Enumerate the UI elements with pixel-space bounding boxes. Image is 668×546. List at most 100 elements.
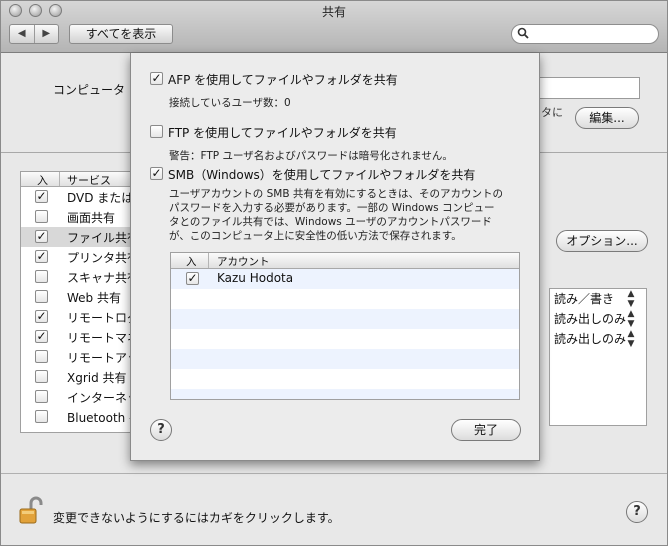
empty-row [171, 369, 519, 389]
computer-name-field[interactable] [536, 77, 640, 99]
account-enabled-checkbox[interactable]: ✓ [186, 272, 199, 285]
services-list-header: 入 サービス [21, 172, 134, 187]
service-row[interactable]: 画面共有 [21, 207, 134, 227]
checkmark-icon: ✓ [187, 271, 198, 285]
smb-description-line: タとのファイル共有では、Windows ユーザのアカウントパスワード [169, 216, 492, 228]
smb-description-line: ユーザアカウントの SMB 共有を有効にするときは、そのアカウントの [169, 188, 503, 200]
checkmark-icon: ✓ [36, 229, 47, 243]
smb-checkbox[interactable]: ✓ [150, 167, 163, 180]
afp-checkbox[interactable]: ✓ [150, 72, 163, 85]
window: 共有 ◀ ▶ すべてを表示 コンピュータ タに 編集... 入 サービス ✓ DV… [0, 0, 668, 546]
accounts-table: 入 アカウント ✓ Kazu Hodota [170, 252, 520, 400]
computer-name-label: コンピュータ [53, 83, 126, 97]
service-row[interactable]: ✓ プリンタ共有 [21, 247, 134, 267]
service-row[interactable]: ✓ リモートログイン [21, 307, 134, 327]
accounts-column-account[interactable]: アカウント [217, 254, 270, 269]
permissions-list: 読み／書き ▲▼ 読み出しのみ ▲▼ 読み出しのみ ▲▼ [549, 288, 647, 426]
empty-row [171, 389, 519, 399]
forward-button[interactable]: ▶ [35, 25, 59, 43]
back-button[interactable]: ◀ [10, 25, 35, 43]
afp-connected-users: 接続しているユーザ数：0 [169, 97, 291, 109]
empty-row [171, 329, 519, 349]
service-row[interactable]: Web 共有 [21, 287, 134, 307]
service-checkbox[interactable] [35, 210, 48, 223]
column-divider [59, 172, 60, 186]
computer-name-description: タに [541, 106, 563, 119]
services-column-service[interactable]: サービス [67, 172, 111, 188]
lock-icon[interactable] [19, 495, 43, 525]
sheet-help-button[interactable]: ? [150, 419, 172, 441]
afp-label: AFP を使用してファイルやフォルダを共有 [168, 73, 398, 87]
popup-arrows-icon: ▲▼ [626, 329, 636, 349]
accounts-table-header: 入 アカウント [171, 253, 519, 269]
service-row[interactable]: Xgrid 共有 [21, 367, 134, 387]
service-row[interactable]: ✓ ファイル共有 [21, 227, 134, 247]
service-label: インターネット共有 [67, 391, 134, 405]
column-divider [208, 253, 209, 268]
service-row[interactable]: ✓ DVD または [21, 187, 134, 207]
toolbar: 共有 ◀ ▶ すべてを表示 [1, 1, 667, 53]
ftp-warning: 警告：FTP ユーザ名およびパスワードは暗号化されません。 [169, 150, 453, 162]
permission-value: 読み出しのみ [554, 312, 627, 326]
checkmark-icon: ✓ [36, 189, 47, 203]
service-row[interactable]: リモートアップルイベント [21, 347, 134, 367]
service-checkbox[interactable] [35, 350, 48, 363]
service-label: スキャナ共有 [67, 271, 135, 285]
popup-arrows-icon: ▲▼ [626, 309, 636, 329]
permission-popup[interactable]: 読み出しのみ ▲▼ [550, 329, 646, 349]
service-checkbox[interactable] [35, 290, 48, 303]
done-button[interactable]: 完了 [451, 419, 521, 441]
service-label: DVD または [67, 191, 134, 205]
service-label: Xgrid 共有 [67, 371, 127, 385]
smb-label: SMB（Windows）を使用してファイルやフォルダを共有 [168, 168, 476, 182]
service-label: Bluetooth 共有 [67, 411, 134, 425]
lock-message: 変更できないようにするにはカギをクリックします。 [53, 511, 340, 525]
search-icon [517, 27, 529, 42]
checkmark-icon: ✓ [36, 309, 47, 323]
services-rows: ✓ DVD または 画面共有 ✓ ファイル共有 ✓ プリンタ共有 スキャナ共有 Web 共有 ✓ リ… [21, 187, 134, 427]
service-checkbox[interactable] [35, 370, 48, 383]
service-row[interactable]: インターネット共有 [21, 387, 134, 407]
empty-row [171, 309, 519, 329]
options-button[interactable]: オプション... [556, 230, 648, 252]
service-checkbox[interactable] [35, 390, 48, 403]
permission-value: 読み出しのみ [554, 332, 627, 346]
service-checkbox[interactable]: ✓ [35, 330, 48, 343]
service-row[interactable]: Bluetooth 共有 [21, 407, 134, 427]
checkmark-icon: ✓ [36, 329, 47, 343]
services-column-on[interactable]: 入 [37, 172, 48, 188]
service-checkbox[interactable]: ✓ [35, 190, 48, 203]
show-all-button[interactable]: すべてを表示 [69, 24, 173, 44]
service-row[interactable]: スキャナ共有 [21, 267, 134, 287]
service-checkbox[interactable]: ✓ [35, 230, 48, 243]
file-sharing-options-sheet: ✓ AFP を使用してファイルやフォルダを共有 接続しているユーザ数：0 FTP… [130, 53, 540, 461]
service-checkbox[interactable] [35, 270, 48, 283]
ftp-label: FTP を使用してファイルやフォルダを共有 [168, 126, 397, 140]
search-input[interactable] [511, 24, 659, 44]
accounts-rows: ✓ Kazu Hodota [171, 269, 519, 399]
service-label: 画面共有 [67, 211, 116, 225]
service-row[interactable]: ✓ リモートマネージメント [21, 327, 134, 347]
permission-popup[interactable]: 読み出しのみ ▲▼ [550, 309, 646, 329]
window-title: 共有 [321, 5, 346, 19]
permission-popup[interactable]: 読み／書き ▲▼ [550, 289, 646, 309]
service-checkbox[interactable] [35, 410, 48, 423]
service-checkbox[interactable]: ✓ [35, 310, 48, 323]
accounts-column-on[interactable]: 入 [186, 254, 197, 269]
back-forward-control: ◀ ▶ [9, 24, 59, 44]
help-button[interactable]: ? [626, 501, 648, 523]
account-row[interactable]: ✓ Kazu Hodota [171, 269, 519, 289]
popup-arrows-icon: ▲▼ [626, 289, 636, 309]
checkmark-icon: ✓ [151, 71, 162, 85]
service-label: リモートマネージメント [67, 331, 134, 345]
service-label: ファイル共有 [67, 231, 135, 245]
checkmark-icon: ✓ [151, 166, 162, 180]
service-checkbox[interactable]: ✓ [35, 250, 48, 263]
account-name: Kazu Hodota [217, 271, 294, 285]
ftp-checkbox[interactable] [150, 125, 163, 138]
service-label: Web 共有 [67, 291, 121, 305]
smb-description: ユーザアカウントの SMB 共有を有効にするときは、そのアカウントの パスワード… [169, 187, 529, 243]
edit-button[interactable]: 編集... [575, 107, 639, 129]
services-list: 入 サービス ✓ DVD または 画面共有 ✓ ファイル共有 ✓ プリンタ共有スキャナ共有 W… [20, 171, 135, 433]
empty-row [171, 289, 519, 309]
